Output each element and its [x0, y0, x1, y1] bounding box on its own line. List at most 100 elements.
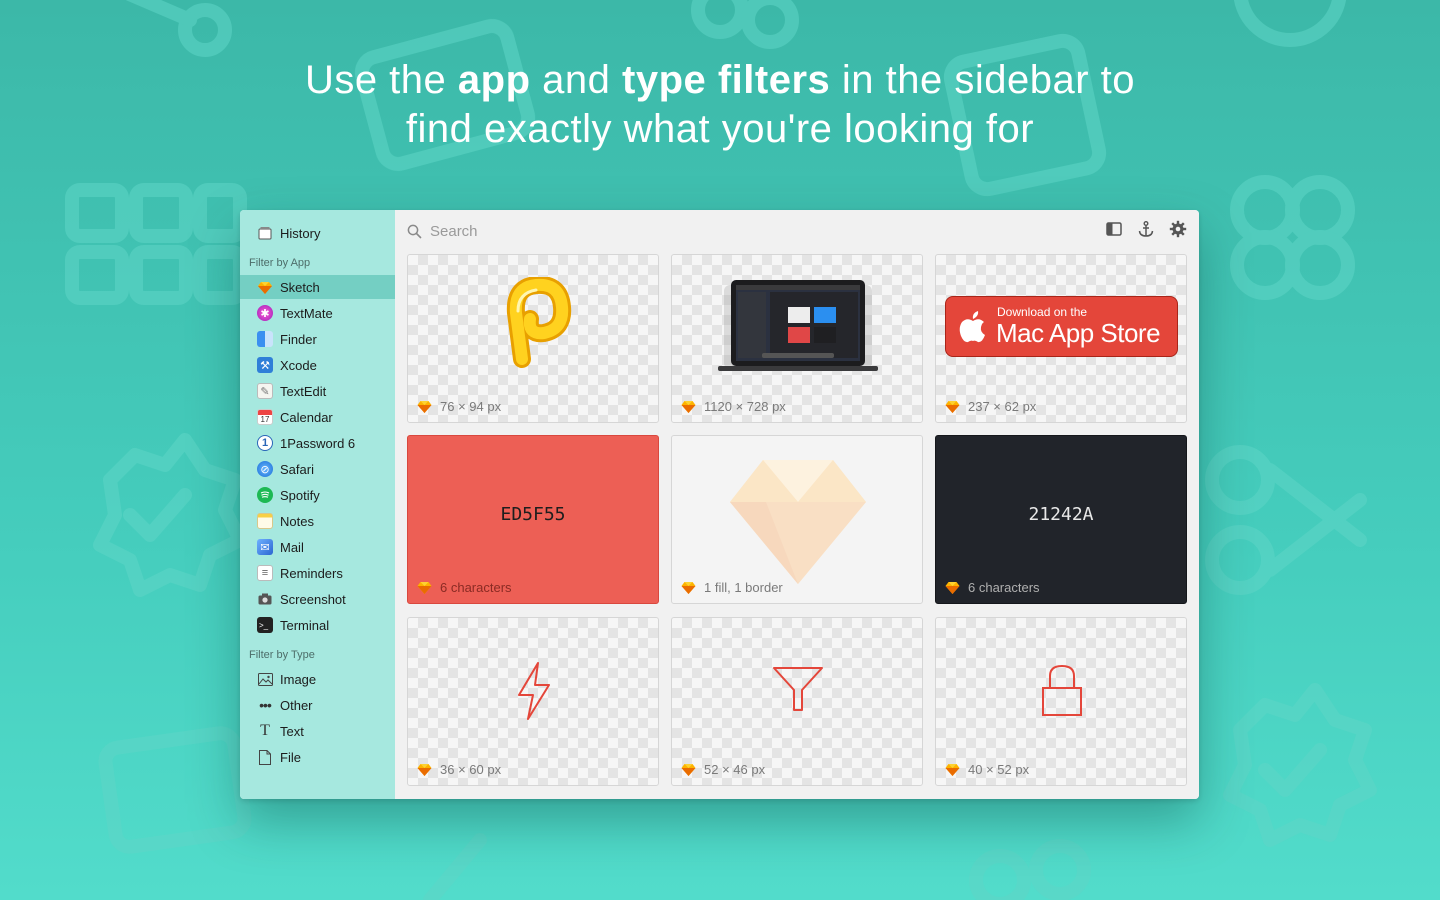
reminders-icon: ≡ [257, 565, 273, 581]
laptop-image [718, 280, 878, 371]
sketch-icon [417, 764, 432, 776]
card-caption: 40 × 52 px [945, 762, 1029, 777]
anchor-icon[interactable] [1137, 220, 1155, 238]
sidebar-item-textmate[interactable]: ✱ TextMate [240, 301, 395, 325]
sidebar-item-calendar[interactable]: 17 Calendar [240, 405, 395, 429]
sidebar-item-1password[interactable]: 1 1Password 6 [240, 431, 395, 455]
sidebar-item-label: TextEdit [280, 383, 327, 399]
sidebar-item-file[interactable]: File [240, 745, 395, 769]
finder-icon [257, 331, 273, 347]
filter-by-app-heading: Filter by App [249, 257, 311, 269]
sidebar-item-label: 1Password 6 [280, 435, 356, 451]
sidebar-item-label: Reminders [280, 565, 343, 581]
card-caption: 6 characters [417, 580, 512, 595]
filter-by-type-heading: Filter by Type [249, 649, 315, 661]
app-store-badge: Download on the Mac App Store [945, 296, 1178, 357]
clip-card[interactable]: 76 × 94 px [407, 254, 659, 423]
sidebar-item-spotify[interactable]: Spotify [240, 483, 395, 507]
shape-card[interactable]: 1 fill, 1 border [671, 435, 923, 604]
hex-value: 21242A [1028, 504, 1094, 525]
card-caption-text: 1120 × 728 px [704, 399, 786, 414]
textmate-icon: ✱ [257, 305, 273, 321]
hex-value: ED5F55 [500, 504, 566, 525]
gear-icon[interactable] [1169, 220, 1187, 238]
funnel-icon [773, 667, 823, 711]
app-window: History Filter by App Sketch ✱ TextMate … [240, 210, 1199, 799]
sidebar-item-label: Safari [280, 461, 314, 477]
sidebar-item-terminal[interactable]: >_ Terminal [240, 613, 395, 637]
color-card-dark[interactable]: 21242A 6 characters [935, 435, 1187, 604]
card-caption-text: 6 characters [440, 580, 512, 595]
sketch-icon [681, 764, 696, 776]
sidebar-item-label: Image [280, 671, 317, 687]
card-caption: 52 × 46 px [681, 762, 765, 777]
card-caption-text: 6 characters [968, 580, 1040, 595]
lock-card[interactable]: 40 × 52 px [935, 617, 1187, 786]
sidebar-item-mail[interactable]: ✉ Mail [240, 535, 395, 559]
sketch-icon [417, 582, 432, 594]
main-panel: Search 76 × 94 px 1120 × 728 px Download… [395, 210, 1199, 799]
sketch-icon [417, 401, 432, 413]
search-field[interactable]: Search [407, 220, 478, 242]
sidebar-item-label: Notes [280, 513, 314, 529]
sidebar-item-reminders[interactable]: ≡ Reminders [240, 561, 395, 585]
search-icon [407, 224, 422, 238]
laptop-card[interactable]: 1120 × 728 px [671, 254, 923, 423]
sidebar-item-history[interactable]: History [240, 221, 395, 245]
sidebar-item-screenshot[interactable]: Screenshot [240, 587, 395, 611]
mail-icon: ✉ [257, 539, 273, 555]
sidebar-item-text[interactable]: T Text [240, 719, 395, 743]
sidebar-toggle-icon[interactable] [1105, 220, 1123, 238]
image-icon [257, 671, 273, 687]
textedit-icon: ✎ [257, 383, 273, 399]
sidebar-item-finder[interactable]: Finder [240, 327, 395, 351]
headline-bold-type-filters: type filters [622, 58, 831, 102]
sketch-icon [945, 582, 960, 594]
card-caption: 237 × 62 px [945, 399, 1036, 414]
sidebar-item-label: File [280, 749, 301, 765]
search-placeholder: Search [430, 222, 478, 240]
terminal-icon: >_ [257, 617, 273, 633]
sketch-icon [681, 582, 696, 594]
camera-icon [257, 591, 273, 607]
sidebar-item-sketch[interactable]: Sketch [240, 275, 395, 299]
sketch-icon [945, 764, 960, 776]
1password-icon: 1 [257, 435, 273, 451]
card-caption-text: 36 × 60 px [440, 762, 502, 777]
sidebar-item-notes[interactable]: Notes [240, 509, 395, 533]
sidebar-item-xcode[interactable]: ⚒ Xcode [240, 353, 395, 377]
xcode-icon: ⚒ [257, 357, 273, 373]
app-store-card[interactable]: Download on the Mac App Store 237 × 62 p… [935, 254, 1187, 423]
card-caption: 6 characters [945, 580, 1040, 595]
headline-bold-app: app [457, 58, 531, 102]
file-icon [257, 749, 273, 765]
badge-big-text: Mac App Store [996, 318, 1161, 348]
headline-line-2: find exactly what you're looking for [405, 107, 1035, 151]
sidebar-item-label: Sketch [280, 279, 320, 295]
apple-logo-icon [959, 310, 985, 342]
card-caption-text: 237 × 62 px [968, 399, 1037, 414]
sidebar-item-label: Calendar [280, 409, 333, 425]
card-caption-text: 1 fill, 1 border [704, 580, 783, 595]
safari-icon: ⊘ [257, 461, 273, 477]
funnel-card[interactable]: 52 × 46 px [671, 617, 923, 786]
text-icon: T [260, 722, 270, 739]
sidebar-item-image[interactable]: Image [240, 667, 395, 691]
headline-text: in the sidebar to [830, 58, 1136, 102]
sidebar-item-label: Terminal [280, 617, 330, 633]
sidebar-item-other[interactable]: ••• Other [240, 693, 395, 717]
card-caption-text: 76 × 94 px [440, 399, 502, 414]
sidebar-item-label: Xcode [280, 357, 317, 373]
card-caption: 76 × 94 px [417, 399, 501, 414]
diamond-shape [730, 460, 866, 584]
ellipsis-icon: ••• [259, 697, 272, 713]
headline-line-1: Use the app and type filters in the side… [0, 56, 1440, 105]
color-card-red[interactable]: ED5F55 6 characters [407, 435, 659, 604]
sidebar-item-label: History [280, 225, 321, 241]
lock-icon [1042, 664, 1082, 716]
sidebar-item-textedit[interactable]: ✎ TextEdit [240, 379, 395, 403]
sidebar-item-safari[interactable]: ⊘ Safari [240, 457, 395, 481]
bolt-card[interactable]: 36 × 60 px [407, 617, 659, 786]
history-icon [257, 225, 273, 241]
paperclip-image [506, 277, 572, 368]
